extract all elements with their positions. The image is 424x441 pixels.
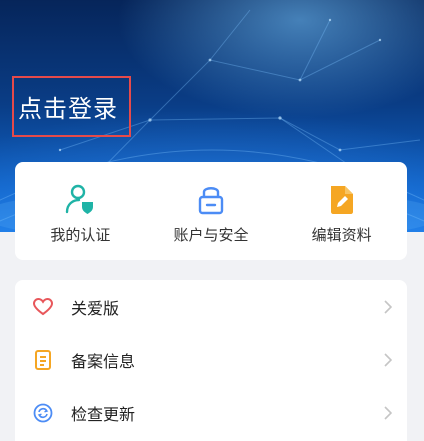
- my-verification-label: 我的认证: [50, 226, 111, 244]
- my-verification-button[interactable]: 我的认证: [20, 182, 140, 245]
- menu-item-label: 备案信息: [71, 351, 136, 371]
- profile-page: 点击登录 我的认证 账户与安全 编辑资料 关爱版 备案信息 检查更新: [0, 0, 424, 441]
- record-document-icon: [32, 349, 54, 371]
- login-link[interactable]: 点击登录: [18, 92, 118, 126]
- account-security-label: 账户与安全: [173, 226, 249, 244]
- menu-item-care-mode[interactable]: 关爱版: [15, 280, 407, 333]
- menu-item-label: 检查更新: [71, 404, 136, 424]
- chevron-right-icon: [383, 352, 393, 367]
- refresh-icon: [32, 402, 54, 424]
- lock-icon: [194, 182, 228, 216]
- edit-document-icon: [325, 182, 359, 216]
- user-verified-icon: [63, 182, 97, 216]
- chevron-right-icon: [383, 405, 393, 420]
- edit-profile-label: 编辑资料: [311, 226, 372, 244]
- quick-actions-card: 我的认证 账户与安全 编辑资料: [15, 162, 407, 260]
- menu-item-label: 关爱版: [71, 298, 120, 318]
- menu-item-record-info[interactable]: 备案信息: [15, 333, 407, 386]
- chevron-right-icon: [383, 299, 393, 314]
- menu-item-check-update[interactable]: 检查更新: [15, 386, 407, 439]
- account-security-button[interactable]: 账户与安全: [151, 182, 271, 245]
- edit-profile-button[interactable]: 编辑资料: [282, 182, 402, 245]
- settings-menu-card: 关爱版 备案信息 检查更新: [15, 280, 407, 441]
- heart-icon: [32, 296, 54, 318]
